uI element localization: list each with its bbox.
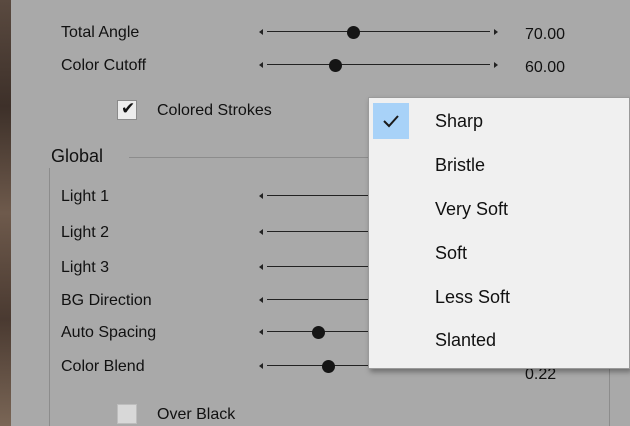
slider-track <box>267 31 490 32</box>
slider-thumb[interactable] <box>322 360 335 373</box>
arrow-left-icon[interactable] <box>259 229 263 235</box>
color-cutoff-slider[interactable] <box>259 55 505 77</box>
arrow-left-icon[interactable] <box>259 329 263 335</box>
menu-item-soft[interactable]: Soft <box>369 233 629 273</box>
checkbox-label: Colored Strokes <box>157 102 272 119</box>
menu-item-label: Sharp <box>435 111 484 131</box>
total-angle-slider[interactable] <box>259 22 505 44</box>
background-image-strip <box>0 0 11 426</box>
menu-item-very-soft[interactable]: Very Soft <box>369 189 629 229</box>
arrow-left-icon[interactable] <box>259 264 263 270</box>
slider-value: 60.00 <box>525 59 566 76</box>
slider-label: Total Angle <box>61 24 140 41</box>
arrow-left-icon[interactable] <box>259 363 263 369</box>
colored-strokes-checkbox[interactable]: ✔ <box>117 99 137 120</box>
menu-item-label: Less Soft <box>435 287 511 307</box>
slider-row-total-angle: Total Angle 70.00 <box>11 22 611 44</box>
menu-item-sharp[interactable]: Sharp <box>369 101 629 141</box>
checkmark-icon: ✔ <box>121 99 136 118</box>
checked-highlight <box>373 103 409 139</box>
slider-value: 70.00 <box>525 26 566 43</box>
brush-type-dropdown-menu: Sharp Bristle Very Soft Soft Less Soft S… <box>368 97 630 369</box>
menu-item-label: Bristle <box>435 155 486 175</box>
slider-row-color-cutoff: Color Cutoff 60.00 <box>11 55 611 77</box>
checkbox-label: Over Black <box>157 406 236 423</box>
menu-item-label: Soft <box>435 243 468 263</box>
slider-label: Color Blend <box>61 358 145 375</box>
menu-item-bristle[interactable]: Bristle <box>369 145 629 185</box>
slider-label: Light 2 <box>61 224 110 241</box>
slider-label: BG Direction <box>61 292 152 309</box>
slider-thumb[interactable] <box>312 326 325 339</box>
arrow-left-icon[interactable] <box>259 297 263 303</box>
slider-thumb[interactable] <box>329 59 342 72</box>
menu-item-less-soft[interactable]: Less Soft <box>369 277 629 317</box>
slider-label: Auto Spacing <box>61 324 157 341</box>
slider-label: Color Cutoff <box>61 57 147 74</box>
checkmark-icon <box>383 115 399 128</box>
slider-track <box>267 64 490 65</box>
slider-label: Light 3 <box>61 259 110 276</box>
arrow-left-icon[interactable] <box>259 62 263 68</box>
menu-item-slanted[interactable]: Slanted <box>369 320 629 360</box>
menu-item-label: Very Soft <box>435 199 509 219</box>
slider-label: Light 1 <box>61 188 110 205</box>
group-title: Global <box>51 146 104 166</box>
over-black-checkbox[interactable] <box>117 404 137 424</box>
arrow-left-icon[interactable] <box>259 193 263 199</box>
slider-thumb[interactable] <box>347 26 360 39</box>
menu-item-label: Slanted <box>435 330 497 350</box>
arrow-left-icon[interactable] <box>259 29 263 35</box>
arrow-right-icon[interactable] <box>494 29 498 35</box>
arrow-right-icon[interactable] <box>494 62 498 68</box>
